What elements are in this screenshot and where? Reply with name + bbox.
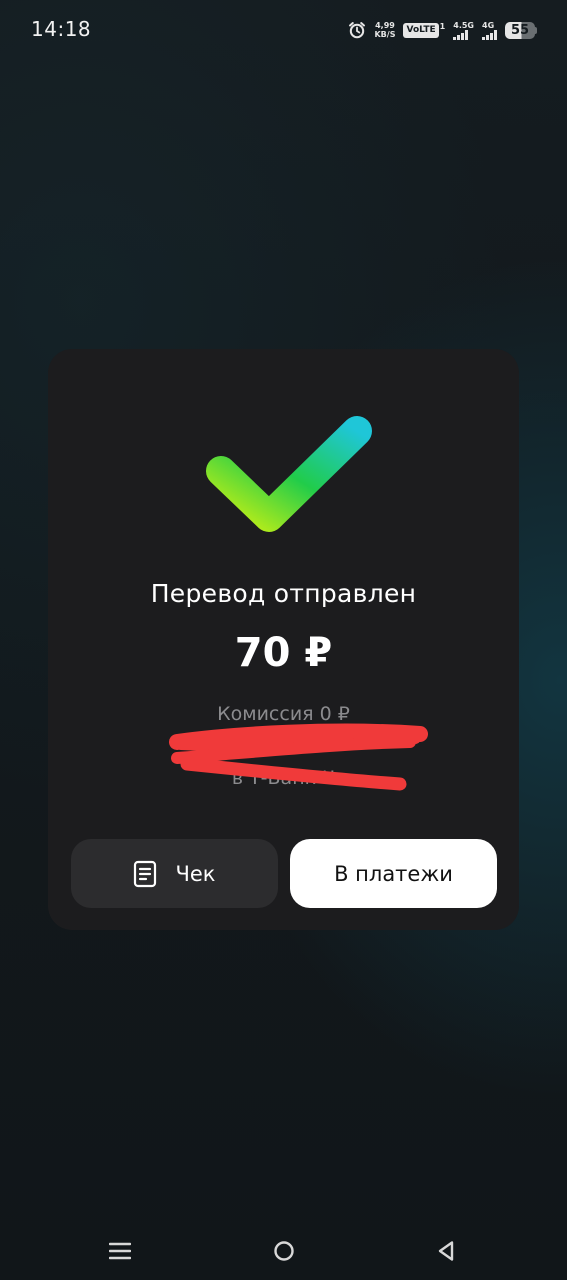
signal-sim2-label: 4G xyxy=(482,20,495,30)
transfer-amount: 70 ₽ xyxy=(234,630,333,676)
volte-indicator: VoLTE 1 xyxy=(403,21,446,38)
payments-button-label: В платежи xyxy=(334,861,453,886)
receipt-icon xyxy=(133,860,157,888)
network-speed-unit: KB/S xyxy=(374,30,396,39)
status-icons: 4,99 KB/S VoLTE 1 4.5G 4G 55 xyxy=(348,18,537,42)
alarm-icon xyxy=(348,21,366,39)
payments-button[interactable]: В платежи xyxy=(290,839,497,908)
volte-sim-number: 1 xyxy=(439,21,446,31)
signal-bars-icon xyxy=(453,29,469,40)
volte-badge: VoLTE xyxy=(403,22,439,38)
signal-sim2: 4G xyxy=(482,21,497,40)
battery-level: 55 xyxy=(505,21,535,39)
status-time: 14:18 xyxy=(31,17,92,41)
menu-icon[interactable] xyxy=(100,1236,140,1266)
signal-bars-icon xyxy=(482,29,497,40)
signal-sim1-label: 4.5G xyxy=(453,20,474,30)
transfer-status-title: Перевод отправлен xyxy=(150,579,417,608)
signal-sim1: 4.5G xyxy=(453,21,474,40)
status-bar: 14:18 4,99 KB/S VoLTE 1 4.5G 4G 55 xyxy=(0,0,567,62)
network-speed-value: 4,99 xyxy=(375,21,395,30)
check-icon xyxy=(203,413,375,533)
network-speed: 4,99 KB/S xyxy=(374,21,395,39)
redaction-scribble xyxy=(165,722,430,797)
back-icon[interactable] xyxy=(426,1236,466,1266)
system-nav-bar xyxy=(0,1222,567,1280)
receipt-button-label: Чек xyxy=(175,861,216,886)
home-icon[interactable] xyxy=(264,1236,304,1266)
receipt-button[interactable]: Чек xyxy=(71,839,278,908)
battery-icon: 55 xyxy=(505,21,537,39)
